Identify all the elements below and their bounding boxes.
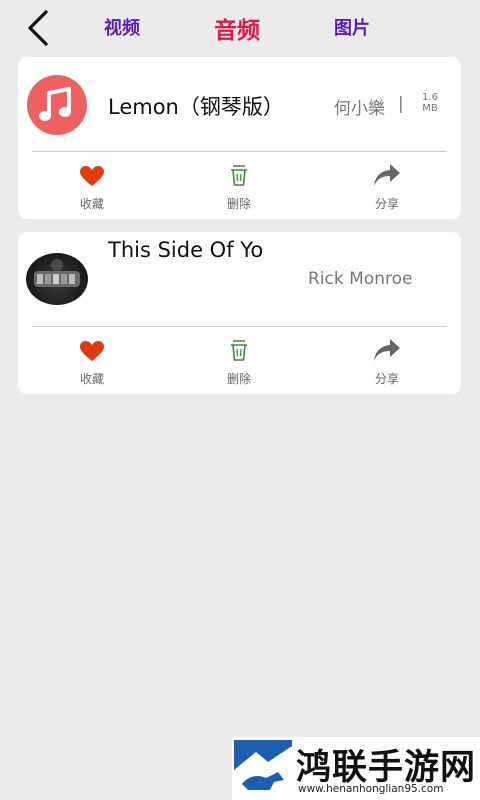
share-label: 分享 <box>374 372 399 386</box>
file-size: 1.6 MB <box>418 92 442 114</box>
delete-label: 删除 <box>226 197 251 211</box>
favorite-button[interactable]: 收藏 <box>52 340 132 387</box>
delete-button[interactable]: 删除 <box>199 163 279 212</box>
watermark-url: www.henanhonglian95.com <box>298 783 444 795</box>
audio-title: Lemon（钢琴版） <box>108 95 284 119</box>
album-cover-photo <box>26 253 88 305</box>
share-icon <box>374 339 400 361</box>
top-bar: 视频 音频 图片 <box>0 0 480 56</box>
tab-image[interactable]: 图片 <box>334 14 370 40</box>
trash-icon <box>231 165 247 186</box>
divider <box>32 326 447 327</box>
audio-item-card[interactable]: This Side Of Yo Rick Monroe 收藏 删除 分享 <box>18 232 461 394</box>
share-button[interactable]: 分享 <box>347 163 427 212</box>
share-label: 分享 <box>374 197 399 211</box>
share-icon <box>374 164 400 186</box>
favorite-label: 收藏 <box>79 197 104 211</box>
watermark-logo <box>234 740 292 797</box>
heart-icon <box>80 166 104 186</box>
delete-label: 删除 <box>226 372 251 386</box>
share-button[interactable]: 分享 <box>347 338 427 387</box>
divider <box>32 151 447 152</box>
back-button[interactable] <box>22 8 62 48</box>
tab-audio[interactable]: 音频 <box>214 11 260 45</box>
delete-button[interactable]: 删除 <box>199 338 279 387</box>
heart-icon <box>80 341 104 361</box>
music-note-icon <box>27 75 87 135</box>
file-size-unit: MB <box>422 103 438 114</box>
meta-separator: | <box>398 94 404 114</box>
file-size-value: 1.6 <box>422 92 438 103</box>
favorite-button[interactable]: 收藏 <box>52 165 132 212</box>
trash-icon <box>231 340 247 361</box>
audio-artist: Rick Monroe <box>308 269 413 289</box>
tab-video[interactable]: 视频 <box>104 14 140 40</box>
favorite-label: 收藏 <box>79 372 104 386</box>
watermark: 鸿联手游网 www.henanhonglian95.com <box>232 737 480 800</box>
audio-title: This Side Of Yo <box>108 238 264 262</box>
chevron-left-icon <box>28 10 48 46</box>
audio-item-card[interactable]: Lemon（钢琴版） 何小樂 | 1.6 MB 收藏 删除 分享 <box>18 57 461 219</box>
audio-artist: 何小樂 <box>334 99 385 119</box>
